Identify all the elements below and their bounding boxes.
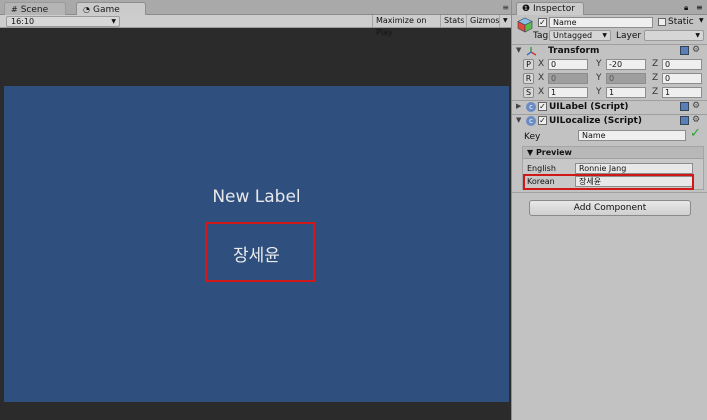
transform-axes-icon [526, 47, 537, 56]
gear-icon[interactable]: ⚙ [692, 101, 700, 111]
uilocalize-component-header[interactable]: ▼ c ✓ UILocalize (Script) ⚙ [512, 114, 707, 127]
chevron-down-icon: ▼ [111, 18, 116, 25]
script-icon: c [526, 116, 536, 126]
tab-inspector-label: Inspector [532, 4, 575, 14]
position-reset-button[interactable]: P [523, 59, 534, 70]
uilabel-component-header[interactable]: ▶ c ✓ UILabel (Script) ⚙ [512, 100, 707, 113]
tag-label: Tag [533, 31, 549, 41]
game-pane: # Scene ◔ Game ≡ 16:10 ▼ Maximize on Play … [0, 0, 511, 420]
position-row: P X 0 Y -20 Z 0 [512, 58, 707, 71]
tab-scene-label: Scene [20, 5, 49, 15]
key-field[interactable]: Name [578, 130, 686, 141]
axis-z-label: Z [652, 59, 659, 69]
scale-z-field[interactable]: 1 [662, 87, 702, 98]
aspect-value: 16:10 [11, 17, 35, 26]
tab-scene[interactable]: # Scene [4, 2, 66, 15]
transform-title: Transform [548, 46, 600, 56]
rotation-reset-button[interactable]: R [523, 73, 534, 84]
layer-label: Layer [616, 31, 642, 41]
axis-x-label: X [538, 59, 545, 69]
uilabel-enabled-checkbox[interactable]: ✓ [538, 102, 547, 111]
inspector-tab-bar: ❶ Inspector 🔒︎ ≡ [512, 0, 707, 15]
axis-x-label: X [538, 73, 545, 83]
gizmos-dropdown-arrow-icon[interactable]: ▼ [499, 15, 511, 27]
gear-icon[interactable]: ⚙ [692, 115, 700, 125]
key-label: Key [524, 132, 541, 142]
rotation-z-field[interactable]: 0 [662, 73, 702, 84]
rotation-row: R X 0 Y 0 Z 0 [512, 72, 707, 85]
tab-game-label: Game [92, 5, 120, 15]
help-book-icon[interactable] [680, 102, 689, 111]
inspector-panel: ❶ Inspector 🔒︎ ≡ ✓ Name Static ▼ Tag Unt… [511, 0, 707, 420]
static-label: Static [668, 17, 694, 27]
highlight-box [205, 222, 315, 282]
highlight-box [523, 174, 694, 190]
pane-menu-icon[interactable]: ≡ [502, 3, 509, 12]
preview-value-field[interactable]: Ronnie Jang [575, 163, 693, 174]
tab-game[interactable]: ◔ Game [76, 2, 146, 15]
tag-dropdown[interactable]: Untagged ▼ [549, 30, 611, 41]
rotation-x-field: 0 [548, 73, 588, 84]
new-label-text: New Label [212, 187, 301, 207]
game-tab-bar: # Scene ◔ Game ≡ [0, 0, 511, 15]
object-name-field[interactable]: Name [549, 17, 653, 28]
checkmark-icon: ✓ [690, 126, 701, 141]
layer-dropdown[interactable]: ▼ [644, 30, 704, 41]
chevron-down-icon: ▼ [695, 32, 700, 39]
gizmos-button[interactable]: Gizmos [466, 15, 500, 27]
chevron-down-icon: ▼ [602, 32, 607, 39]
game-toolbar: 16:10 ▼ Maximize on Play Stats Gizmos ▼ [0, 15, 511, 37]
maximize-on-play-button[interactable]: Maximize on Play [372, 15, 440, 37]
position-z-field[interactable]: 0 [662, 59, 702, 70]
rotation-y-field: 0 [606, 73, 646, 84]
scale-reset-button[interactable]: S [523, 87, 534, 98]
scale-x-field[interactable]: 1 [548, 87, 588, 98]
stats-button[interactable]: Stats [440, 15, 466, 27]
static-dropdown-icon[interactable]: ▼ [699, 17, 704, 24]
axis-z-label: Z [652, 87, 659, 97]
transform-component-header[interactable]: ▼ Transform ⚙ [512, 44, 707, 57]
scale-y-field[interactable]: 1 [606, 87, 646, 98]
fold-down-icon[interactable]: ▼ [516, 116, 521, 124]
add-component-button[interactable]: Add Component [529, 200, 691, 216]
axis-x-label: X [538, 87, 545, 97]
help-book-icon[interactable] [680, 116, 689, 125]
axis-y-label: Y [596, 87, 602, 97]
help-book-icon[interactable] [680, 46, 689, 55]
gameobject-cube-icon [517, 17, 533, 33]
gear-icon[interactable]: ⚙ [692, 45, 700, 55]
axis-z-label: Z [652, 73, 659, 83]
fold-down-icon[interactable]: ▼ [516, 46, 521, 54]
scale-row: S X 1 Y 1 Z 1 [512, 86, 707, 99]
aspect-dropdown[interactable]: 16:10 ▼ [6, 16, 120, 27]
tag-value: Untagged [553, 31, 593, 40]
position-y-field[interactable]: -20 [606, 59, 646, 70]
uilocalize-title: UILocalize (Script) [549, 116, 642, 126]
script-icon: c [526, 102, 536, 112]
tab-inspector[interactable]: ❶ Inspector [516, 2, 584, 15]
axis-y-label: Y [596, 59, 602, 69]
uilabel-title: UILabel (Script) [549, 102, 629, 112]
active-checkbox[interactable]: ✓ [538, 18, 547, 27]
info-icon: ❶ [522, 4, 533, 14]
game-view: New Label 장세윤 [4, 86, 509, 402]
lock-icon[interactable]: 🔒︎ [684, 3, 688, 13]
preview-language-label: English [527, 164, 556, 173]
panel-menu-icon[interactable]: ≡ [696, 3, 703, 12]
uilocalize-enabled-checkbox[interactable]: ✓ [538, 116, 547, 125]
divider [512, 192, 707, 193]
static-checkbox[interactable] [658, 18, 666, 26]
fold-right-icon[interactable]: ▶ [516, 102, 521, 110]
preview-header[interactable]: ▼ Preview [523, 147, 703, 159]
position-x-field[interactable]: 0 [548, 59, 588, 70]
axis-y-label: Y [596, 73, 602, 83]
